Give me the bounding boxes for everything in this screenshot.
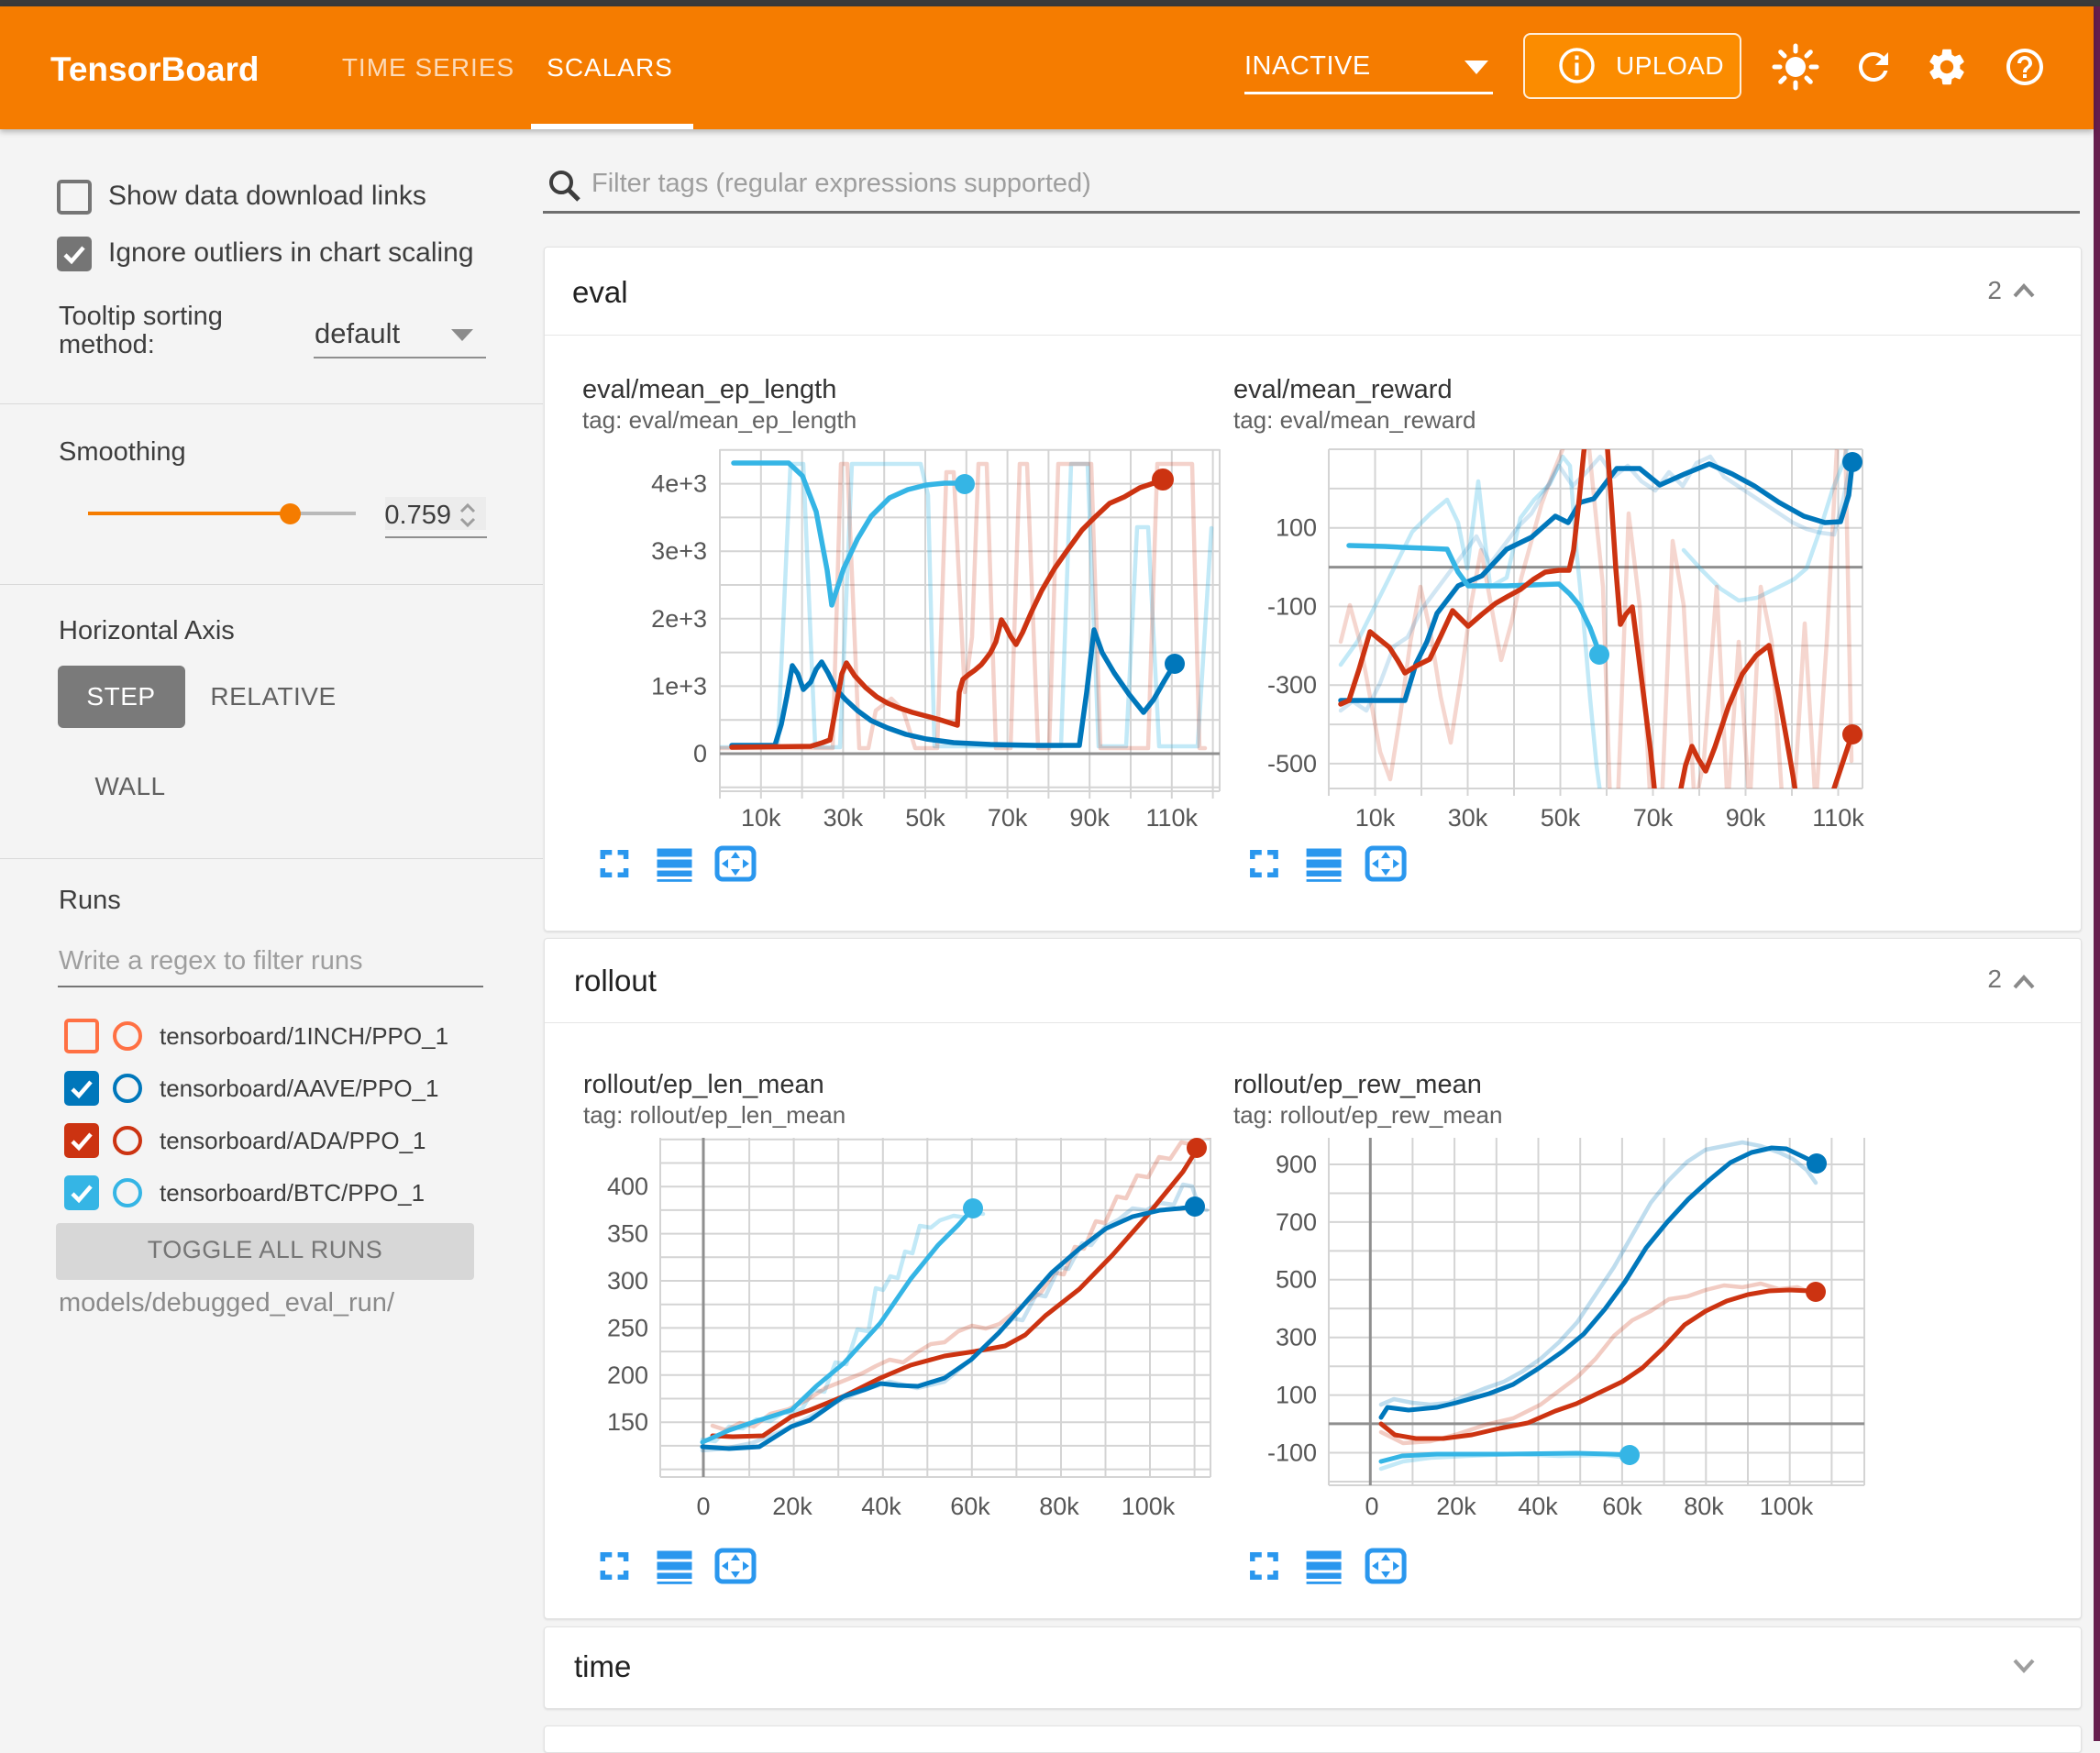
svg-text:100k: 100k [1760,1493,1814,1520]
svg-text:60k: 60k [950,1493,990,1520]
svg-text:-300: -300 [1267,671,1317,699]
svg-text:110k: 110k [1146,804,1199,832]
svg-text:90k: 90k [1726,804,1766,832]
svg-text:-100: -100 [1267,1439,1317,1466]
svg-text:900: 900 [1276,1151,1317,1178]
svg-text:0: 0 [693,740,707,767]
svg-text:300: 300 [607,1267,648,1295]
svg-text:40k: 40k [1518,1493,1558,1520]
svg-text:-500: -500 [1267,750,1317,777]
svg-text:100: 100 [1276,514,1317,542]
svg-text:0: 0 [696,1493,710,1520]
svg-text:90k: 90k [1069,804,1110,832]
svg-text:20k: 20k [1436,1493,1476,1520]
svg-text:80k: 80k [1684,1493,1724,1520]
svg-text:100: 100 [1276,1381,1317,1408]
svg-text:3e+3: 3e+3 [651,537,707,565]
svg-text:4e+3: 4e+3 [651,470,707,498]
svg-text:110k: 110k [1812,804,1864,832]
svg-text:400: 400 [607,1173,648,1200]
svg-text:70k: 70k [988,804,1028,832]
svg-text:30k: 30k [823,804,864,832]
svg-text:250: 250 [607,1314,648,1341]
svg-text:70k: 70k [1633,804,1674,832]
svg-text:700: 700 [1276,1208,1317,1236]
svg-text:50k: 50k [1541,804,1581,832]
svg-text:500: 500 [1276,1266,1317,1294]
svg-text:40k: 40k [861,1493,901,1520]
svg-text:350: 350 [607,1220,648,1248]
svg-text:1e+3: 1e+3 [651,672,707,700]
svg-text:150: 150 [607,1408,648,1436]
svg-text:200: 200 [607,1362,648,1389]
svg-text:50k: 50k [905,804,945,832]
svg-text:2e+3: 2e+3 [651,605,707,633]
svg-text:10k: 10k [741,804,781,832]
svg-text:10k: 10k [1355,804,1396,832]
svg-text:-100: -100 [1267,592,1317,620]
svg-text:300: 300 [1276,1324,1317,1351]
svg-text:60k: 60k [1602,1493,1642,1520]
svg-text:0: 0 [1365,1493,1378,1520]
svg-text:80k: 80k [1039,1493,1079,1520]
svg-text:100k: 100k [1122,1493,1176,1520]
svg-text:20k: 20k [772,1493,812,1520]
svg-text:30k: 30k [1448,804,1488,832]
